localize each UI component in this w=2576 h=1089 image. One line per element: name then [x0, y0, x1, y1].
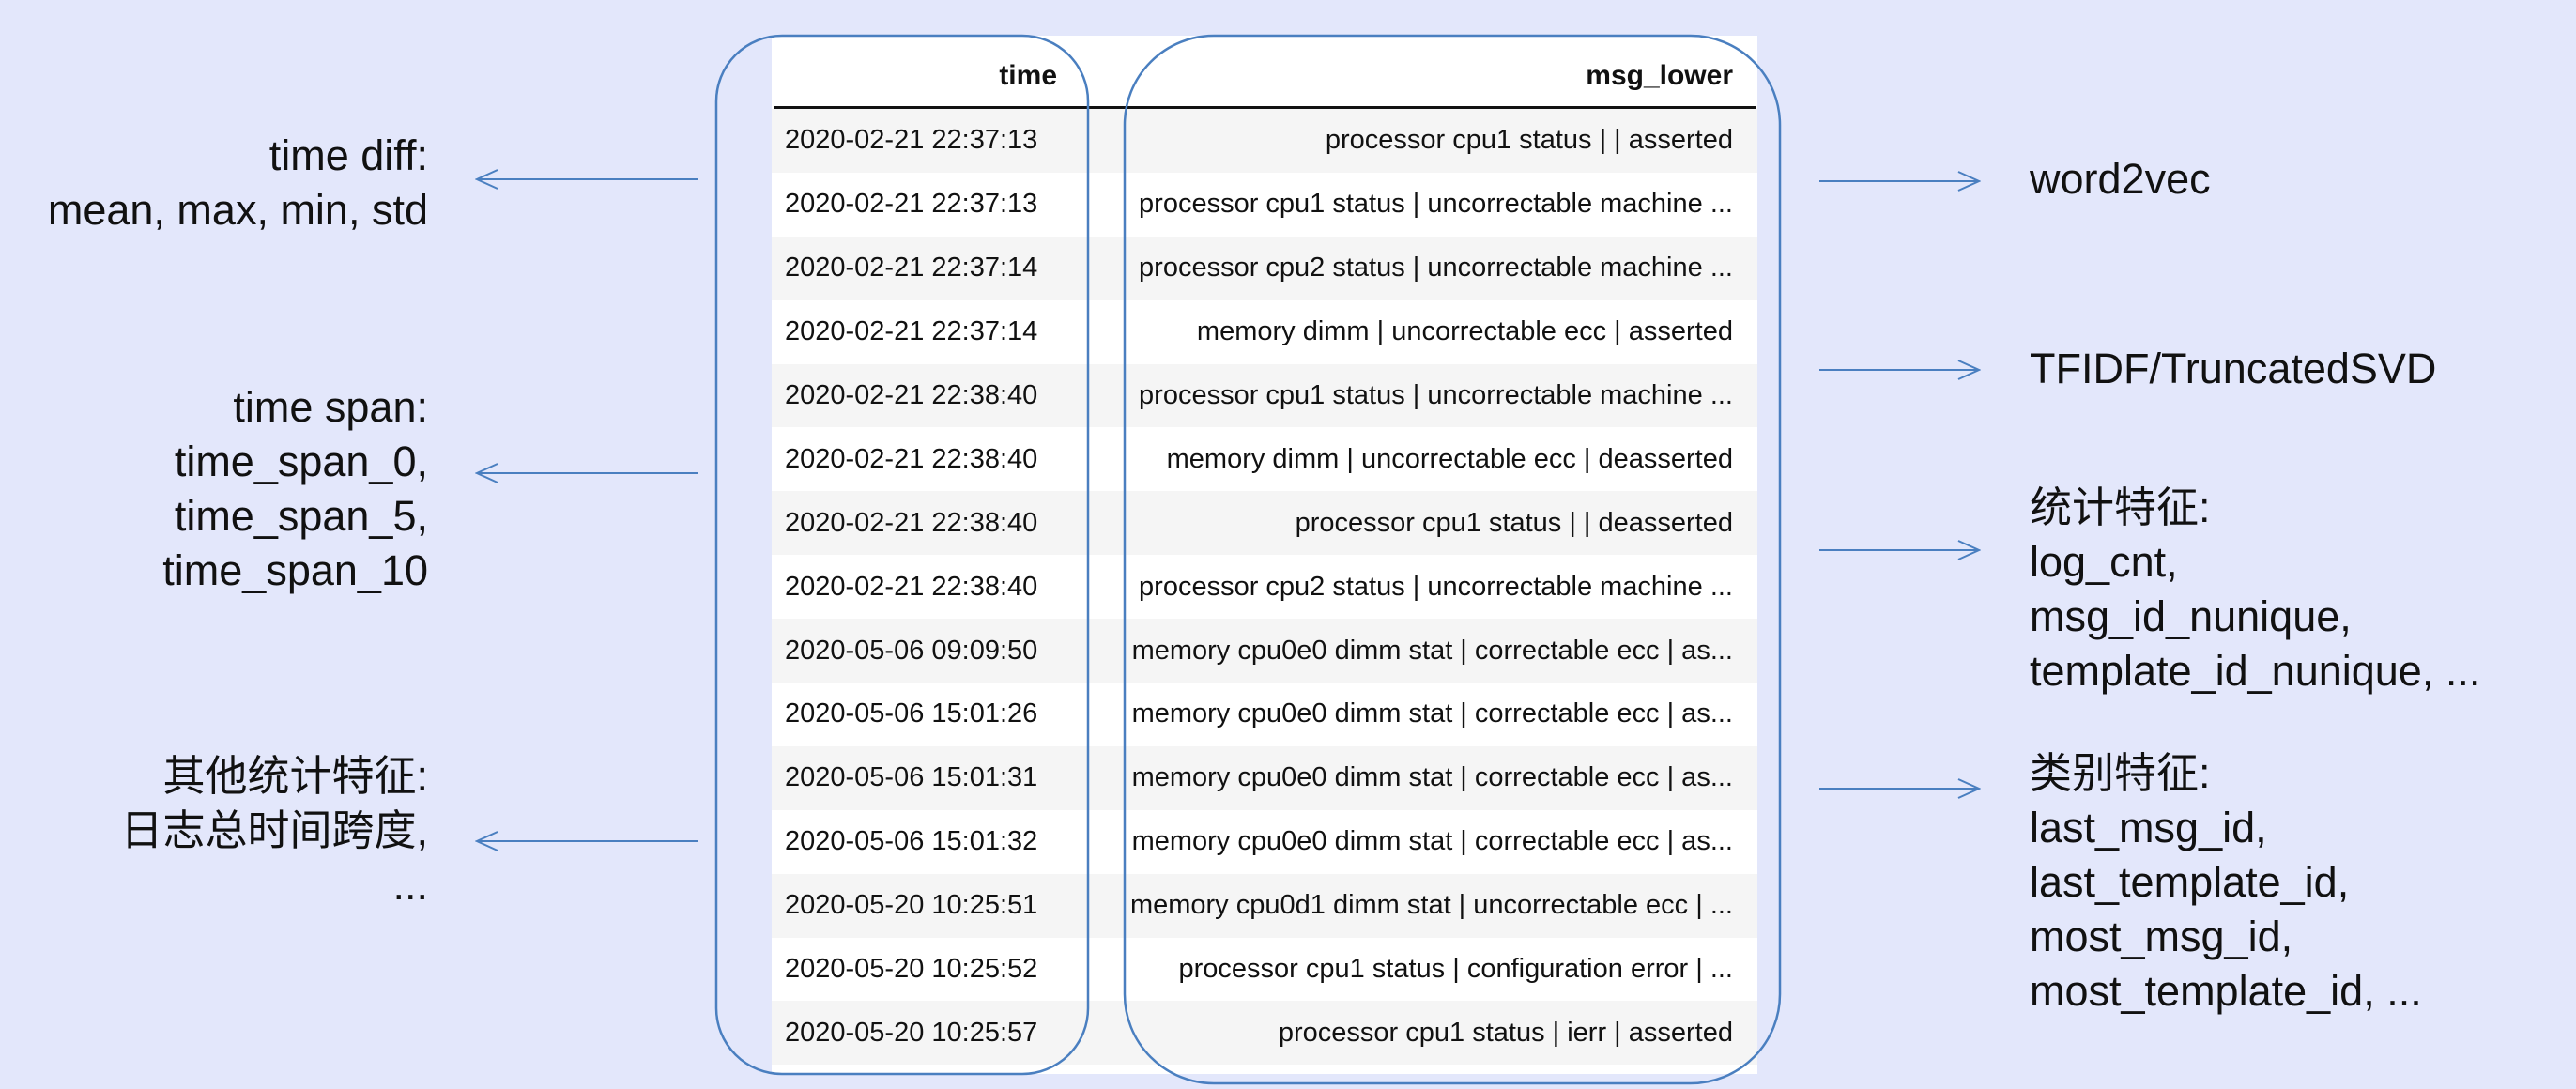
diagram-overlay [0, 34, 2576, 1085]
time-column-outline [714, 34, 1090, 1076]
msg-column-outline [1123, 34, 1782, 1085]
